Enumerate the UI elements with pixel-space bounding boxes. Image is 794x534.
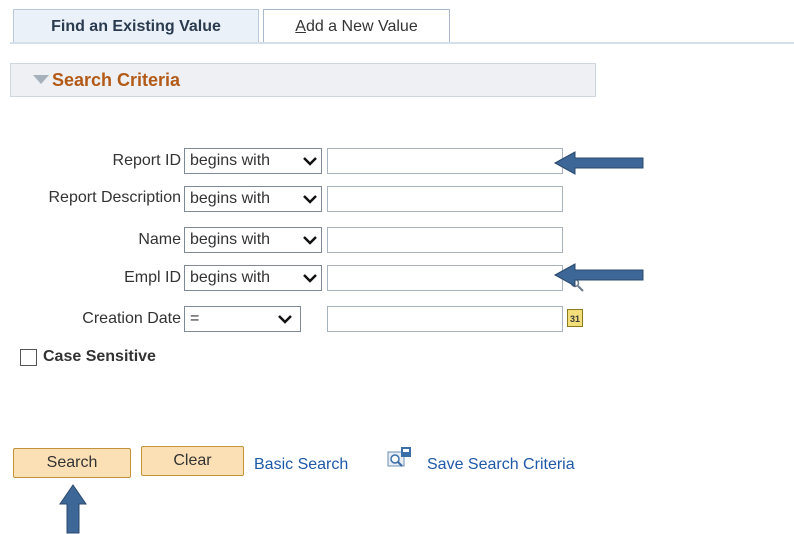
- empl-id-operator-value: begins with: [190, 269, 271, 286]
- case-sensitive-checkbox[interactable]: [20, 349, 37, 366]
- name-label: Name: [138, 231, 181, 248]
- name-operator-value: begins with: [190, 231, 271, 248]
- creation-date-operator-select[interactable]: =: [184, 306, 301, 332]
- creation-date-operator-value: =: [190, 310, 200, 327]
- collapse-triangle-icon[interactable]: [33, 75, 49, 84]
- empl-id-operator-select[interactable]: begins with: [184, 265, 322, 291]
- tab-add-new-value-label: dd a New Value: [305, 18, 418, 35]
- clear-button[interactable]: Clear: [141, 446, 244, 476]
- report-id-operator-select[interactable]: begins with: [184, 148, 322, 174]
- section-title: Search Criteria: [52, 70, 181, 90]
- search-button[interactable]: Search: [13, 448, 131, 478]
- chevron-down-icon: [303, 157, 317, 166]
- chevron-down-icon: [278, 315, 292, 324]
- tab-underline: [10, 42, 794, 44]
- name-operator-select[interactable]: begins with: [184, 227, 322, 253]
- arrow-icon: [59, 484, 87, 534]
- chevron-down-icon: [303, 236, 317, 245]
- calendar-icon[interactable]: 31: [567, 309, 583, 327]
- tab-find-existing-value[interactable]: Find an Existing Value: [13, 9, 259, 43]
- chevron-down-icon: [303, 195, 317, 204]
- tab-find-existing-value-label: Find an Existing Value: [51, 18, 221, 35]
- case-sensitive-label: Case Sensitive: [43, 348, 156, 365]
- report-description-operator-value: begins with: [190, 190, 271, 207]
- basic-search-link[interactable]: Basic Search: [254, 456, 348, 474]
- arrow-icon: [553, 263, 644, 287]
- tab-add-new-value[interactable]: Add a New Value: [263, 9, 450, 43]
- save-search-icon[interactable]: [386, 446, 412, 472]
- chevron-down-icon: [303, 274, 317, 283]
- creation-date-input[interactable]: [327, 306, 563, 332]
- arrow-icon: [553, 151, 644, 175]
- save-search-criteria-link[interactable]: Save Search Criteria: [427, 456, 575, 474]
- report-id-operator-value: begins with: [190, 152, 271, 169]
- name-input[interactable]: [327, 227, 563, 253]
- creation-date-label: Creation Date: [82, 310, 181, 327]
- report-description-label: Report Description: [48, 189, 182, 206]
- empl-id-input[interactable]: [327, 265, 563, 291]
- report-id-input[interactable]: [327, 148, 563, 174]
- tab-add-new-value-accesskey: A: [295, 18, 306, 35]
- report-description-input[interactable]: [327, 186, 563, 212]
- empl-id-label: Empl ID: [124, 269, 181, 286]
- search-criteria-header[interactable]: Search Criteria: [10, 63, 596, 97]
- report-description-operator-select[interactable]: begins with: [184, 186, 322, 212]
- report-id-label: Report ID: [112, 152, 181, 169]
